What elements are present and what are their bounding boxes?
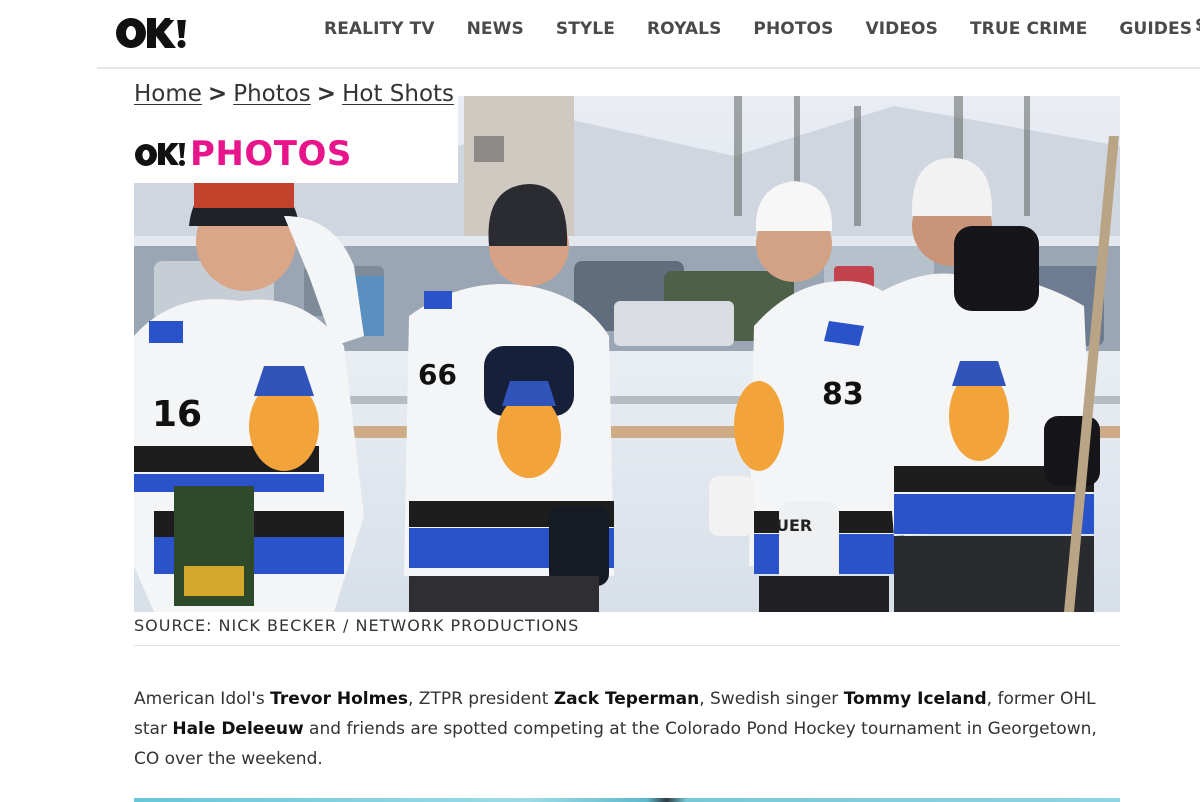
breadcrumb-hot-shots[interactable]: Hot Shots [342, 81, 454, 107]
nav-label: VIDEOS [865, 19, 938, 39]
ok-logo-mark [116, 14, 186, 48]
breadcrumb-separator: > [207, 81, 228, 107]
article-text: , Swedish singer [699, 689, 844, 709]
nav-reality-tv[interactable]: REALITY TV [324, 19, 435, 39]
person-name: Zack Teperman [553, 689, 700, 709]
jersey-number-66: 66 [418, 358, 457, 391]
breadcrumb-separator: > [316, 81, 337, 107]
nav-news[interactable]: NEWS [467, 19, 524, 39]
nav-photos[interactable]: PHOTOS [753, 19, 833, 39]
next-image-preview [134, 798, 1120, 802]
nav-label: ROYALS [646, 19, 722, 39]
site-header: REALITY TV NEWS STYLE ROYALS PHOTOS VIDE… [0, 0, 1200, 69]
nav-label: REALITY TV [324, 19, 435, 39]
person-name: Tommy Iceland [843, 689, 987, 709]
nav-label: STYLE [555, 19, 615, 39]
nav-true-crime[interactable]: TRUE CRIME [970, 19, 1087, 39]
main-nav: REALITY TV NEWS STYLE ROYALS PHOTOS VIDE… [324, 16, 1200, 42]
section-title: PHOTOS [190, 134, 352, 174]
breadcrumb: Home > Photos > Hot Shots [134, 81, 454, 107]
breadcrumb-home[interactable]: Home [134, 81, 202, 107]
nav-style[interactable]: STYLE [556, 19, 615, 39]
nav-label: NEWS [466, 19, 524, 39]
header-divider [97, 67, 1200, 69]
person-name: Hale Deleeuw [172, 719, 304, 739]
article-text: American Idol's [134, 689, 271, 709]
nav-label: GUIDES [1119, 19, 1193, 39]
photo-credit: SOURCE: NICK BECKER / NETWORK PRODUCTION… [134, 616, 580, 635]
jersey-number-83: 83 [822, 377, 864, 412]
glove-brand-text: UER [776, 516, 812, 535]
nav-label: PHOTOS [753, 19, 834, 39]
nav-overflow-item[interactable]: S [1195, 16, 1200, 36]
ok-logo[interactable] [114, 12, 188, 52]
nav-royals[interactable]: ROYALS [647, 19, 721, 39]
article-text: , ZTPR president [407, 689, 554, 709]
nav-label: TRUE CRIME [969, 19, 1088, 39]
person-name: Trevor Holmes [270, 689, 408, 709]
breadcrumb-photos[interactable]: Photos [233, 81, 311, 107]
ok-section-logo [135, 143, 185, 166]
nav-guides[interactable]: GUIDES [1119, 19, 1200, 39]
article-paragraph: American Idol's Trevor Holmes, ZTPR pres… [134, 684, 1120, 774]
jersey-number-16: 16 [152, 394, 202, 435]
title-card: Home > Photos > Hot Shots PHOTOS [120, 72, 458, 183]
nav-videos[interactable]: VIDEOS [865, 19, 938, 39]
caption-divider [134, 645, 1120, 646]
